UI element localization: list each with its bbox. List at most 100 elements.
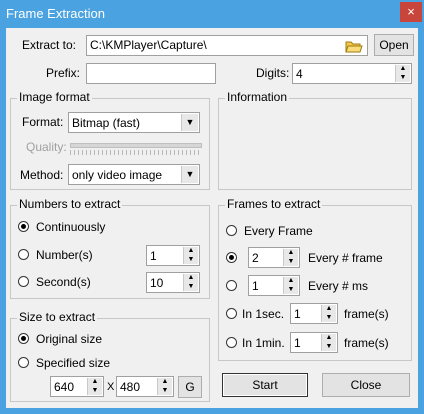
width-value: 640 [54,380,75,394]
in-min-label: In 1min. [242,336,285,350]
digits-spinner[interactable]: 4 ▲ ▼ [292,63,412,84]
quality-slider-ticks [70,150,200,155]
spin-up-icon[interactable]: ▲ [284,249,298,257]
image-format-title: Image format [17,90,92,104]
numbers-label: Number(s) [36,248,93,262]
numbers-radio[interactable] [18,249,29,260]
spin-down-icon[interactable]: ▼ [184,256,198,264]
quality-slider[interactable] [70,143,202,148]
continuously-radio[interactable] [18,221,29,232]
extract-to-label: Extract to: [22,38,77,52]
numbers-spinner[interactable]: 1 ▲ ▼ [146,245,200,266]
original-size-label: Original size [36,332,103,346]
height-value: 480 [120,380,141,394]
seconds-label: Second(s) [36,275,91,289]
every-ms-label: Every # ms [308,279,369,293]
in-sec-label: In 1sec. [242,307,285,321]
seconds-spin-arrows[interactable]: ▲ ▼ [183,274,198,291]
every-ms-radio[interactable] [226,280,237,291]
frame-extraction-window: Frame Extraction × Extract to: C:\KMPlay… [0,0,424,414]
spin-up-icon[interactable]: ▲ [396,65,410,73]
original-size-radio[interactable] [18,333,29,344]
every-n-frame-spinner[interactable]: 2 ▲ ▼ [248,247,300,268]
in-min-radio[interactable] [226,337,237,348]
format-select[interactable]: Bitmap (fast) ▼ [68,112,200,133]
in-min-spin-arrows[interactable]: ▲ ▼ [321,334,336,351]
format-value: Bitmap (fast) [72,116,141,130]
numbers-value: 1 [150,249,157,263]
quality-label: Quality: [26,140,67,154]
in-sec-value: 1 [294,307,301,321]
spin-down-icon[interactable]: ▼ [322,343,336,351]
in-sec-spinner[interactable]: 1 ▲ ▼ [290,303,338,324]
method-value: only video image [72,168,163,182]
spin-down-icon[interactable]: ▼ [322,314,336,322]
every-n-frame-value: 2 [252,251,259,265]
spin-up-icon[interactable]: ▲ [158,378,172,386]
width-spinner[interactable]: 640 ▲ ▼ [50,376,104,397]
height-spin-arrows[interactable]: ▲ ▼ [157,378,172,395]
in-min-value: 1 [294,336,301,350]
frames-title: Frames to extract [225,197,323,211]
continuously-label: Continuously [36,220,106,234]
start-button[interactable]: Start [222,373,308,397]
title-bar[interactable]: Frame Extraction × [0,0,424,28]
spin-up-icon[interactable]: ▲ [88,378,102,386]
spin-up-icon[interactable]: ▲ [184,274,198,282]
spin-up-icon[interactable]: ▲ [284,277,298,285]
spin-down-icon[interactable]: ▼ [396,74,410,82]
chevron-down-icon[interactable]: ▼ [181,114,198,131]
information-title: Information [225,90,290,104]
size-x-label: X [107,381,115,393]
chevron-down-icon[interactable]: ▼ [181,166,198,183]
spin-up-icon[interactable]: ▲ [322,305,336,313]
width-spin-arrows[interactable]: ▲ ▼ [87,378,102,395]
every-n-frame-radio[interactable] [226,252,237,263]
digits-value: 4 [296,67,303,81]
numbers-spin-arrows[interactable]: ▲ ▼ [183,247,198,264]
information-group: Information [218,90,412,190]
spin-down-icon[interactable]: ▼ [284,258,298,266]
prefix-input[interactable] [86,63,216,84]
spin-down-icon[interactable]: ▼ [88,387,102,395]
dialog-client: Extract to: C:\KMPlayer\Capture\ Open Pr… [6,28,418,408]
spin-down-icon[interactable]: ▼ [158,387,172,395]
in-min-spinner[interactable]: 1 ▲ ▼ [290,332,338,353]
window-title: Frame Extraction [6,6,105,21]
extract-to-input[interactable]: C:\KMPlayer\Capture\ [86,35,368,56]
extract-to-value: C:\KMPlayer\Capture\ [90,38,207,52]
prefix-label: Prefix: [46,66,81,80]
size-title: Size to extract [17,310,98,324]
spin-up-icon[interactable]: ▲ [184,247,198,255]
spin-down-icon[interactable]: ▼ [184,283,198,291]
specified-size-radio[interactable] [18,357,29,368]
seconds-spinner[interactable]: 10 ▲ ▼ [146,272,200,293]
method-select[interactable]: only video image ▼ [68,164,200,185]
in-sec-unit: frame(s) [344,307,389,321]
g-button[interactable]: G [178,376,202,398]
every-ms-spin-arrows[interactable]: ▲ ▼ [283,277,298,294]
every-frame-label: Every Frame [244,224,313,238]
seconds-value: 10 [150,276,164,290]
every-n-spin-arrows[interactable]: ▲ ▼ [283,249,298,266]
open-button[interactable]: Open [374,34,414,56]
specified-size-label: Specified size [36,356,111,370]
every-ms-value: 1 [252,279,259,293]
numbers-title: Numbers to extract [17,197,123,211]
close-button[interactable]: Close [322,373,410,397]
every-ms-spinner[interactable]: 1 ▲ ▼ [248,275,300,296]
method-label: Method: [20,168,64,182]
digits-spin-arrows[interactable]: ▲ ▼ [395,65,410,82]
in-sec-radio[interactable] [226,308,237,319]
seconds-radio[interactable] [18,276,29,287]
digits-label: Digits: [256,66,290,80]
in-sec-spin-arrows[interactable]: ▲ ▼ [321,305,336,322]
every-frame-radio[interactable] [226,225,237,236]
every-n-frame-label: Every # frame [308,251,383,265]
format-label: Format: [22,115,64,129]
close-window-button[interactable]: × [400,2,422,22]
spin-up-icon[interactable]: ▲ [322,334,336,342]
spin-down-icon[interactable]: ▼ [284,286,298,294]
folder-icon[interactable] [345,37,363,55]
height-spinner[interactable]: 480 ▲ ▼ [116,376,174,397]
